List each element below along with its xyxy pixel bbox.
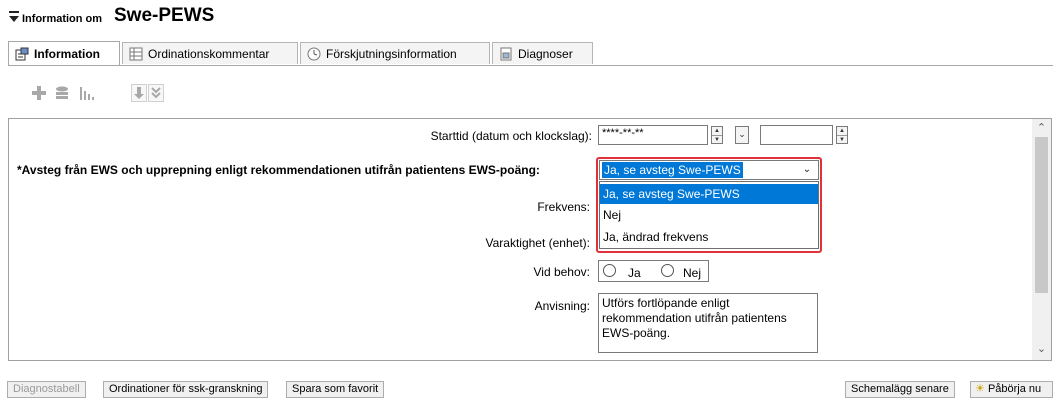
header-prefix: Information om — [22, 13, 103, 25]
clock-icon — [307, 47, 321, 60]
chevron-down-icon: ⌄ — [738, 129, 746, 139]
scrollbar-thumb[interactable] — [1035, 137, 1048, 293]
start-now-label: Påbörja nu — [987, 383, 1042, 395]
collapse-button[interactable] — [148, 84, 164, 102]
tab-strip-divider — [8, 65, 1053, 66]
collapse-chevron-icon[interactable] — [8, 10, 20, 24]
start-time-label: Starttid (datum och klockslag): — [430, 129, 592, 143]
frequency-label: Frekvens: — [537, 200, 590, 214]
move-down-icon — [134, 87, 144, 99]
start-time-field[interactable] — [760, 125, 833, 145]
as-needed-yes-label: Ja — [628, 266, 641, 280]
time-spinner[interactable]: ▲ ▼ — [836, 126, 848, 144]
duration-label: Varaktighet (enhet): — [485, 236, 590, 250]
page-title: Swe-PEWS — [114, 5, 215, 26]
instruction-label: Anvisning: — [534, 299, 590, 313]
ssk-review-button[interactable]: Ordinationer för ssk-granskning — [103, 381, 269, 398]
instruction-textarea[interactable]: Utförs fortlöpande enligt rekommendation… — [598, 293, 818, 353]
date-spinner[interactable]: ▲ ▼ — [711, 126, 723, 144]
tab-information[interactable]: Information — [8, 41, 120, 65]
chart-icon[interactable] — [79, 85, 95, 101]
date-picker-button[interactable]: ⌄ — [735, 126, 749, 144]
scroll-up-icon[interactable]: ⌃ — [1032, 120, 1051, 136]
as-needed-no-radio[interactable] — [661, 264, 674, 277]
save-favorite-button[interactable]: Spara som favorit — [286, 381, 385, 398]
as-needed-no-label: Nej — [683, 266, 702, 280]
info-sheet-icon — [15, 47, 29, 60]
tab-diagnoser[interactable]: Diagnoser — [492, 42, 593, 64]
start-date-field[interactable]: ****-**-** — [598, 125, 708, 145]
tab-label: Diagnoser — [518, 46, 573, 61]
move-down-button[interactable] — [131, 84, 147, 102]
highlight-box — [596, 157, 822, 253]
scroll-down-icon[interactable]: ⌄ — [1032, 341, 1051, 357]
tab-forskjutningsinformation[interactable]: Förskjutningsinformation — [300, 42, 490, 64]
diagnosis-doc-icon — [500, 47, 512, 60]
collapse-icon — [151, 87, 161, 99]
schedule-later-button[interactable]: Schemalägg senare — [845, 381, 955, 398]
start-now-button[interactable]: ☀ Påbörja nu — [970, 381, 1053, 398]
tab-label: Information — [34, 46, 100, 61]
add-icon[interactable] — [31, 85, 47, 101]
stack-icon[interactable] — [54, 85, 70, 101]
tab-label: Ordinationskommentar — [148, 46, 270, 61]
as-needed-yes-radio[interactable] — [603, 264, 616, 277]
diagnostabell-button[interactable]: Diagnostabell — [7, 381, 86, 398]
tab-label: Förskjutningsinformation — [326, 46, 457, 61]
as-needed-label: Vid behov: — [533, 265, 591, 279]
tab-ordinationskommentar[interactable]: Ordinationskommentar — [122, 42, 298, 64]
comment-grid-icon — [129, 47, 143, 60]
lightbulb-icon: ☀ — [975, 383, 985, 395]
deviation-label: *Avsteg från EWS och upprepning enligt r… — [17, 163, 540, 177]
